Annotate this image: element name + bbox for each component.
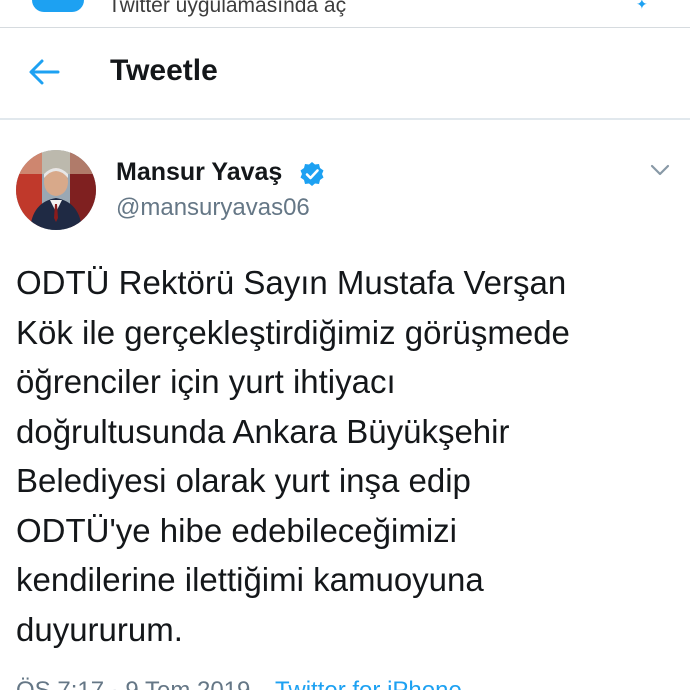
tweet-text-line: duyururum. bbox=[16, 610, 183, 648]
tweet-source-link[interactable]: Twitter for iPhone bbox=[275, 677, 462, 690]
tweet-text-line: Kök ile gerçekleştirdiğimiz görüşmede bbox=[16, 313, 570, 351]
back-arrow-icon[interactable] bbox=[28, 58, 60, 86]
tweet-text: ODTÜ Rektörü Sayın Mustafa Verşan Kök il… bbox=[16, 258, 676, 654]
author-handle[interactable]: @mansuryavas06 bbox=[116, 194, 310, 222]
twitter-bird-icon bbox=[32, 0, 84, 12]
tweet-text-line: ODTÜ'ye hibe edebileceğimizi bbox=[16, 511, 457, 549]
author-name[interactable]: Mansur Yavaş bbox=[116, 158, 282, 187]
chevron-down-icon[interactable] bbox=[650, 163, 670, 177]
tweet-text-line: doğrultusunda Ankara Büyükşehir bbox=[16, 412, 510, 450]
tweet-text-line: ODTÜ Rektörü Sayın Mustafa Verşan bbox=[16, 264, 567, 301]
tweet-text-line: Belediyesi olarak yurt inşa edip bbox=[16, 462, 471, 499]
tweet-text-line: kendilerine ilettiğimi kamuoyuna bbox=[16, 561, 484, 598]
open-in-app-banner[interactable]: Twitter uygulamasında aç ✦ bbox=[0, 0, 690, 27]
tweet-timestamp[interactable]: ÖS 7:17 · 9 Tem 2019 bbox=[16, 677, 250, 690]
open-in-app-label[interactable]: Twitter uygulamasında aç bbox=[108, 0, 346, 18]
page-title: Tweetle bbox=[110, 54, 218, 87]
tweet-meta: ÖS 7:17 · 9 Tem 2019 Twitter for iPhone bbox=[16, 677, 462, 690]
avatar[interactable] bbox=[16, 150, 96, 230]
page-header: Tweetle bbox=[0, 28, 690, 118]
verified-badge-icon bbox=[300, 162, 324, 186]
tweet-text-line: öğrenciler için yurt ihtiyacı bbox=[16, 363, 396, 400]
tweet-page: Twitter uygulamasında aç ✦ Tweetle Mansu… bbox=[0, 0, 690, 690]
header-divider bbox=[0, 118, 690, 120]
banner-arrow-icon: ✦ bbox=[636, 0, 648, 12]
